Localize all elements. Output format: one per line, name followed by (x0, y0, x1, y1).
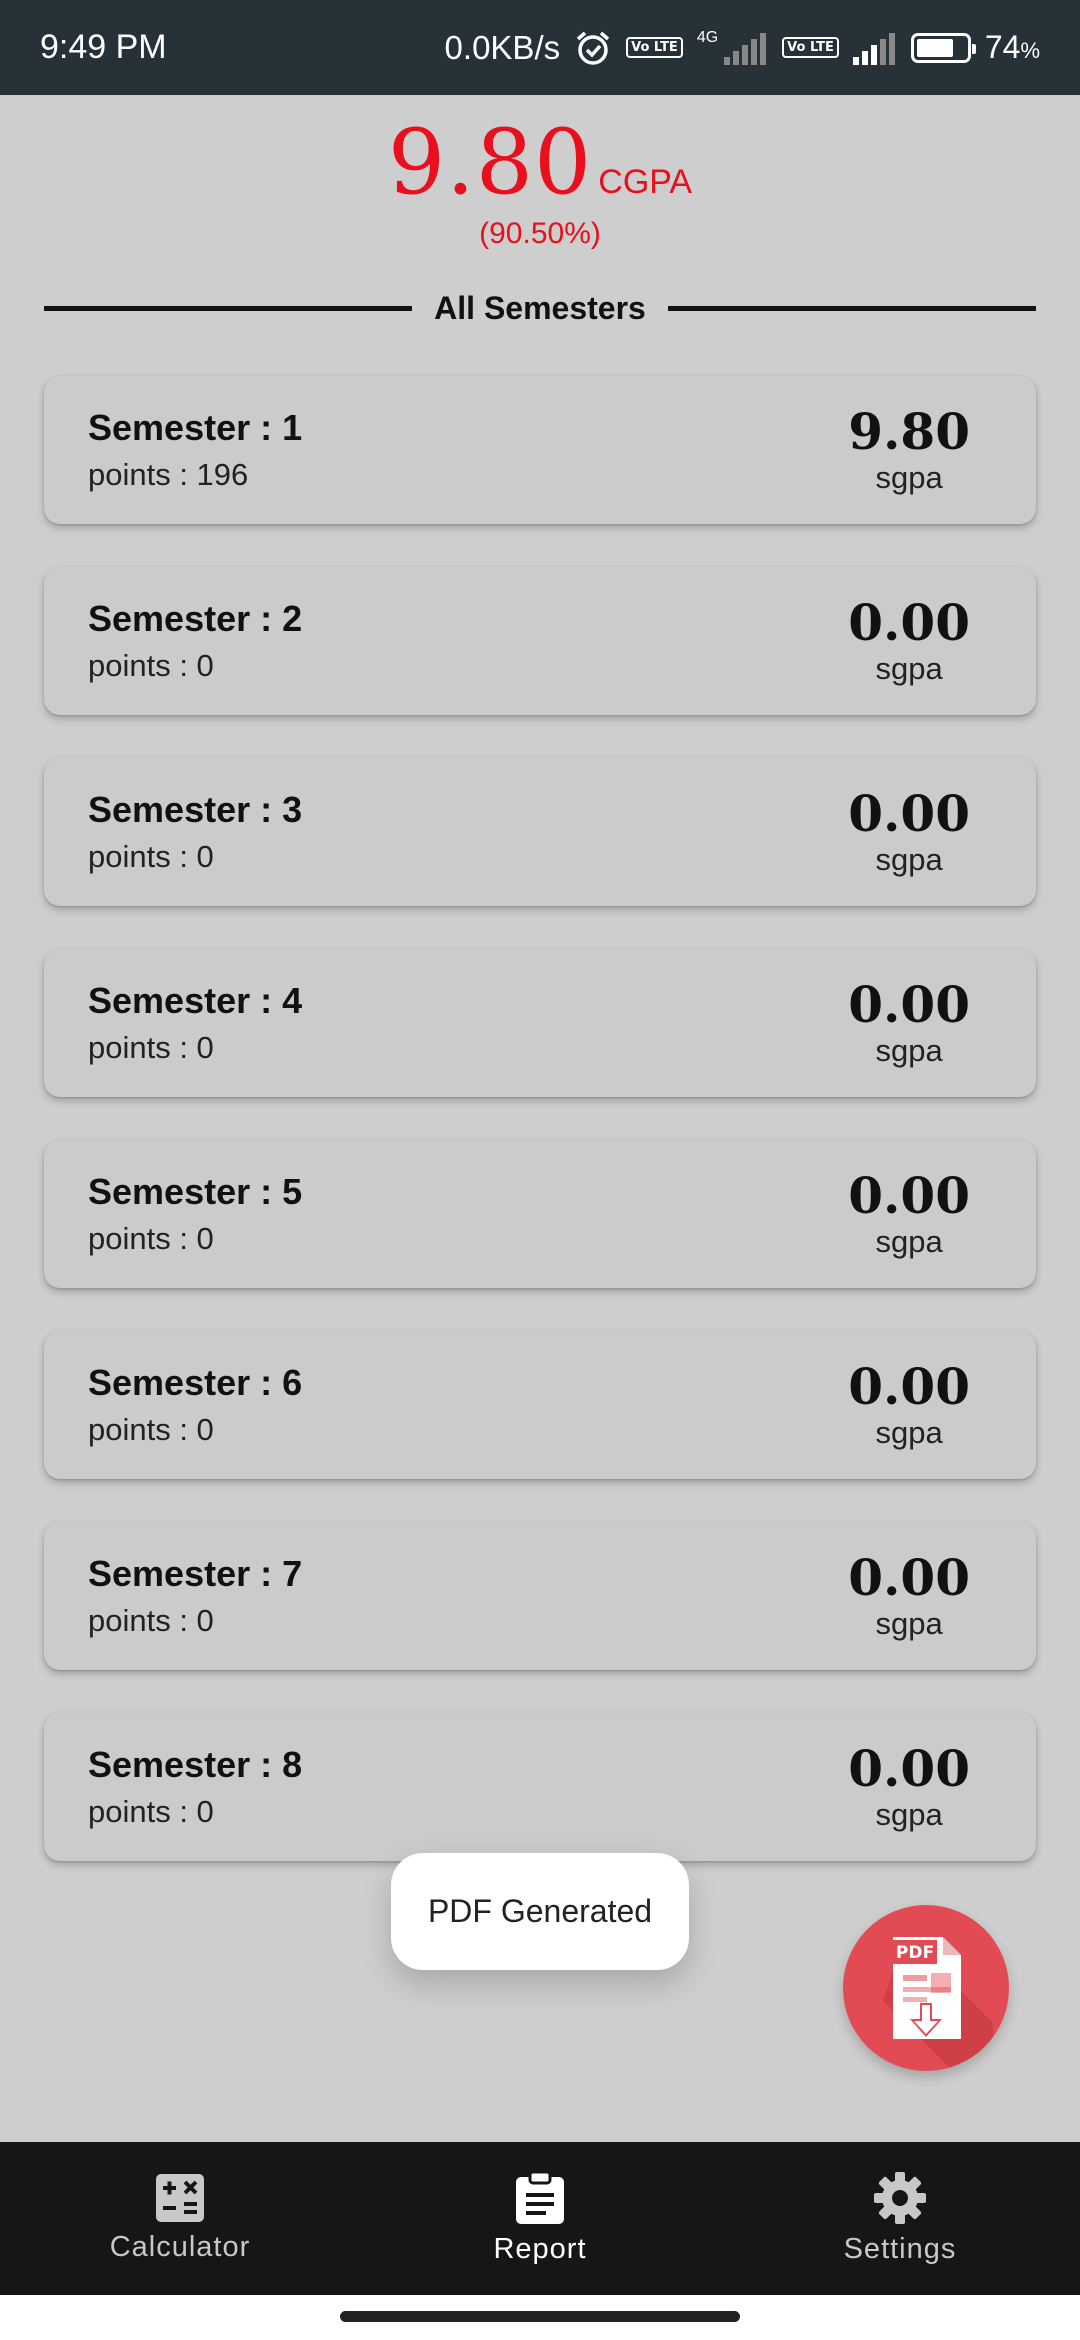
status-time: 9:49 PM (40, 28, 167, 66)
semester-sgpa: 0.00 sgpa (848, 786, 970, 878)
semester-title: Semester : 2 (88, 598, 303, 639)
semester-info: Semester : 7 points : 0 (88, 1553, 302, 1639)
section-divider: All Semesters (44, 288, 1037, 328)
sgpa-label: sgpa (875, 460, 943, 495)
semester-card-8[interactable]: Semester : 8 points : 0 0.00 sgpa (44, 1713, 1036, 1861)
semester-points: points : 0 (88, 1794, 214, 1829)
semester-title: Semester : 3 (88, 789, 303, 830)
sgpa-value: 0.00 (848, 975, 970, 1034)
gear-icon (874, 2172, 926, 2224)
nav-calculator[interactable]: Calculator (0, 2142, 360, 2295)
semester-info: Semester : 3 points : 0 (88, 789, 302, 875)
divider-line-right (667, 305, 1037, 311)
battery-percent-value: 74 (984, 29, 1021, 65)
alarm-icon (574, 29, 612, 67)
semester-sgpa: 0.00 sgpa (848, 977, 970, 1069)
semester-card-4[interactable]: Semester : 4 points : 0 0.00 sgpa (44, 949, 1036, 1097)
semester-title: Semester : 7 (88, 1553, 303, 1594)
sgpa-label: sgpa (875, 1415, 943, 1450)
semester-card-7[interactable]: Semester : 7 points : 0 0.00 sgpa (44, 1522, 1036, 1670)
signal-icon (724, 31, 768, 65)
nav-label: Report (493, 2233, 587, 2265)
clipboard-icon (516, 2171, 564, 2224)
semester-card-6[interactable]: Semester : 6 points : 0 0.00 sgpa (44, 1331, 1036, 1479)
semester-points: points : 0 (88, 648, 214, 683)
semester-info: Semester : 1 points : 196 (88, 407, 302, 493)
signal-icon-2 (852, 31, 897, 65)
semester-points: points : 0 (88, 1412, 214, 1447)
net-speed: 0.0KB/s (444, 28, 561, 66)
semester-info: Semester : 6 points : 0 (88, 1362, 302, 1448)
sgpa-label: sgpa (875, 1033, 943, 1068)
semester-title: Semester : 1 (88, 407, 303, 448)
network-type: 4G (696, 28, 719, 46)
sgpa-label: sgpa (875, 651, 943, 686)
sgpa-label: sgpa (875, 1606, 943, 1641)
semester-title: Semester : 4 (88, 980, 303, 1021)
nav-report[interactable]: Report (360, 2142, 720, 2295)
sgpa-label: sgpa (875, 1224, 943, 1259)
sgpa-value: 0.00 (848, 1166, 970, 1225)
volte-icon-2: Vo LTE (782, 37, 839, 58)
section-title: All Semesters (434, 289, 646, 326)
cgpa-percent: (90.50%) (479, 217, 601, 250)
semester-points: points : 0 (88, 839, 214, 874)
cgpa-row: 9.80 CGPA (0, 110, 1080, 215)
semester-sgpa: 0.00 sgpa (848, 595, 970, 687)
cgpa-summary: 9.80 CGPA (90.50%) (0, 110, 1080, 251)
semester-sgpa: 0.00 sgpa (848, 1550, 970, 1642)
pdf-download-icon: PDF (883, 1935, 993, 2071)
semester-info: Semester : 8 points : 0 (88, 1744, 302, 1830)
sgpa-value: 0.00 (848, 593, 970, 652)
divider-line-left (44, 305, 413, 311)
battery-fill (916, 38, 953, 57)
bottom-navigation: Calculator Report Settings (0, 2142, 1080, 2295)
semester-points: points : 0 (88, 1030, 214, 1065)
semester-sgpa: 0.00 sgpa (848, 1741, 970, 1833)
toast-message: PDF Generated (391, 1853, 689, 1970)
semester-card-5[interactable]: Semester : 5 points : 0 0.00 sgpa (44, 1140, 1036, 1288)
sgpa-value: 0.00 (848, 1357, 970, 1416)
home-gesture-bar[interactable] (340, 2311, 740, 2322)
cgpa-label: CGPA (598, 163, 693, 201)
semester-card-2[interactable]: Semester : 2 points : 0 0.00 sgpa (44, 567, 1036, 715)
sgpa-value: 0.00 (848, 1548, 970, 1607)
nav-settings[interactable]: Settings (720, 2142, 1080, 2295)
battery-icon (910, 32, 976, 63)
sgpa-label: sgpa (875, 1797, 943, 1832)
semester-card-1[interactable]: Semester : 1 points : 196 9.80 sgpa (44, 376, 1036, 524)
status-icons: 0.0KB/s Vo LTE 4G Vo LTE 74% (445, 29, 1040, 67)
semester-info: Semester : 4 points : 0 (88, 980, 302, 1066)
semester-title: Semester : 5 (88, 1171, 303, 1212)
semester-sgpa: 0.00 sgpa (848, 1168, 970, 1260)
semester-sgpa: 9.80 sgpa (848, 404, 970, 496)
calculator-icon (156, 2174, 204, 2222)
semester-sgpa: 0.00 sgpa (848, 1359, 970, 1451)
semester-card-3[interactable]: Semester : 3 points : 0 0.00 sgpa (44, 758, 1036, 906)
volte-icon: Vo LTE (626, 37, 683, 58)
semester-points: points : 0 (88, 1221, 214, 1256)
sgpa-value: 0.00 (848, 784, 970, 843)
semester-info: Semester : 5 points : 0 (88, 1171, 302, 1257)
pdf-icon-text: PDF (896, 1943, 934, 1963)
battery-percent: 74% (985, 29, 1040, 66)
semester-title: Semester : 8 (88, 1744, 303, 1785)
cgpa-value: 9.80 (387, 110, 593, 215)
sgpa-value: 0.00 (848, 1739, 970, 1798)
nav-label: Calculator (109, 2231, 251, 2263)
nav-label: Settings (843, 2233, 957, 2265)
export-pdf-button[interactable]: PDF (843, 1905, 1009, 2071)
battery-percent-unit: % (1020, 38, 1040, 63)
semester-info: Semester : 2 points : 0 (88, 598, 302, 684)
semester-points: points : 196 (88, 457, 249, 492)
semester-title: Semester : 6 (88, 1362, 303, 1403)
status-bar: 9:49 PM 0.0KB/s Vo LTE 4G Vo LTE 74% (0, 0, 1080, 95)
semester-list: Semester : 1 points : 196 9.80 sgpa Seme… (44, 376, 1036, 1904)
sgpa-label: sgpa (875, 842, 943, 877)
semester-points: points : 0 (88, 1603, 214, 1638)
sgpa-value: 9.80 (848, 402, 970, 461)
